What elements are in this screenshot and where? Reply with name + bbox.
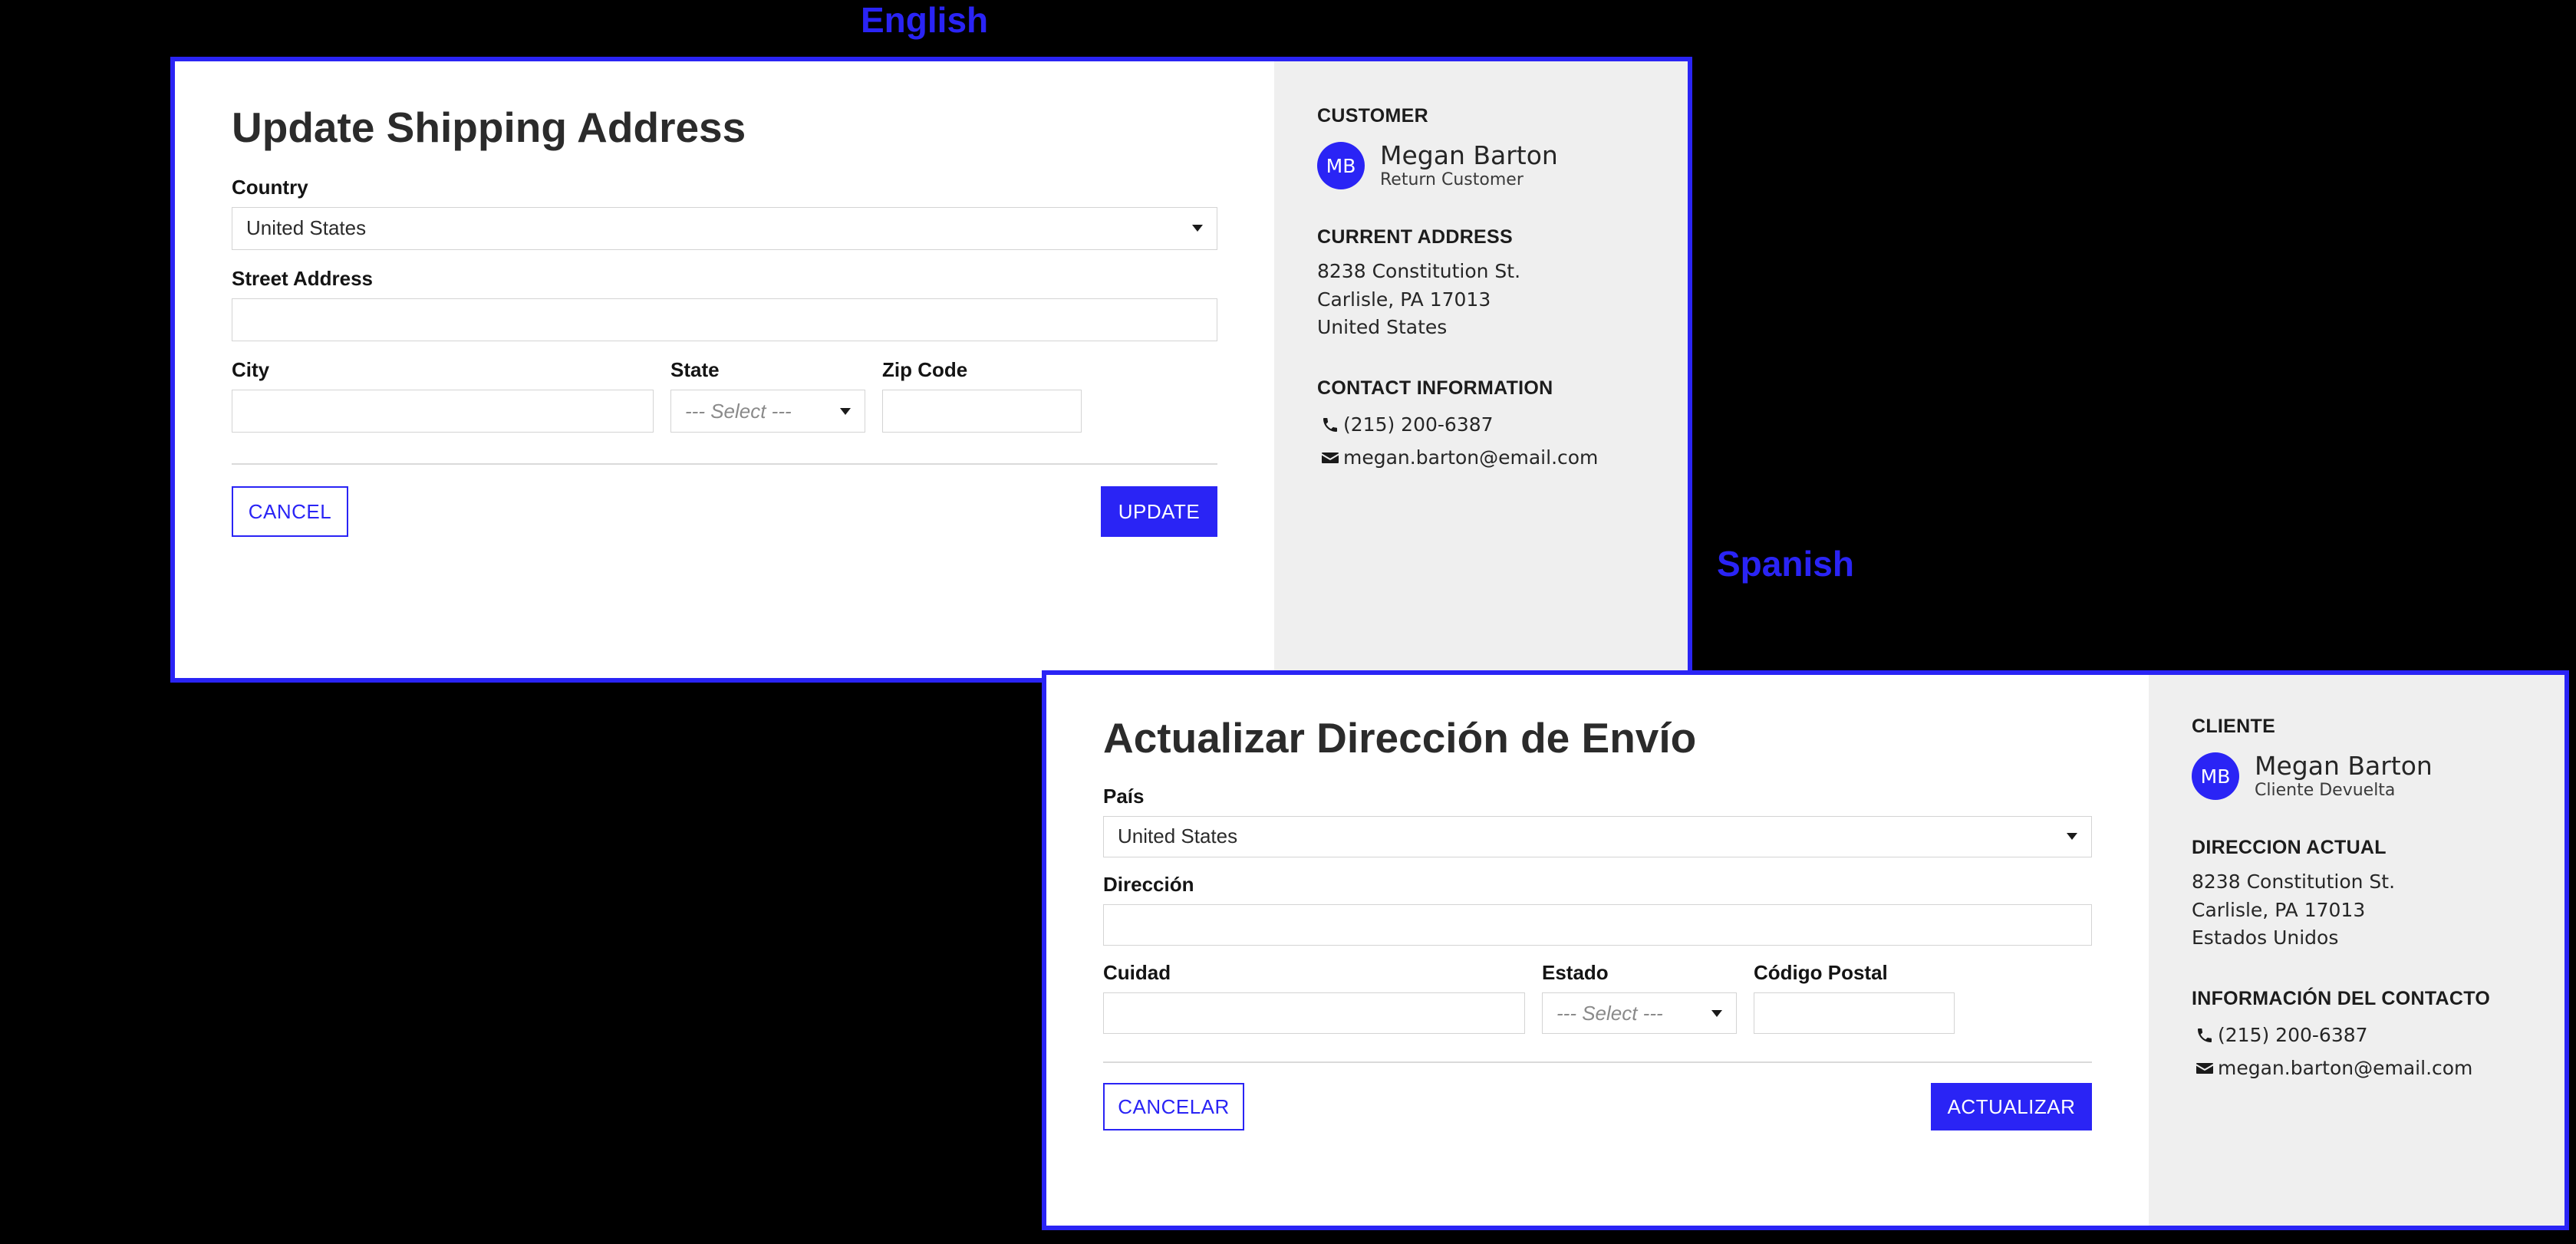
current-address-block: 8238 Constitution St. Carlisle, PA 17013… — [2192, 868, 2564, 952]
spanish-form-section: Actualizar Dirección de Envío País Unite… — [1046, 675, 2149, 1226]
street-field-group: Street Address — [232, 267, 1217, 341]
phone-icon — [2192, 1026, 2218, 1045]
city-input[interactable] — [1103, 992, 1525, 1035]
phone-row[interactable]: (215) 200-6387 — [1317, 413, 1688, 436]
city-field-group: Cuidad — [1103, 960, 1525, 1035]
avatar: MB — [2192, 752, 2239, 801]
avatar: MB — [1317, 142, 1365, 190]
country-select[interactable]: United States — [232, 206, 1217, 250]
customer-name: Megan Barton — [1380, 140, 1558, 170]
chevron-down-icon — [840, 407, 851, 415]
street-address-label: Street Address — [232, 266, 373, 290]
english-form-section: Update Shipping Address Country United S… — [175, 61, 1274, 678]
phone-row[interactable]: (215) 200-6387 — [2192, 1024, 2564, 1046]
form-actions: CANCELAR ACTUALIZAR — [1103, 1083, 2092, 1131]
city-field-group: City — [232, 358, 654, 433]
english-customer-sidebar: CUSTOMER MB Megan Barton Return Customer… — [1274, 61, 1688, 678]
email-row[interactable]: megan.barton@email.com — [1317, 446, 1688, 469]
cancel-button[interactable]: CANCELAR — [1103, 1083, 1244, 1131]
update-button[interactable]: ACTUALIZAR — [1931, 1083, 2092, 1131]
street-address-input[interactable] — [232, 298, 1217, 341]
street-field-group: Dirección — [1103, 873, 2092, 946]
country-select[interactable]: United States — [1103, 815, 2092, 857]
city-state-zip-row: City State --- Select --- Zip Code — [232, 358, 1217, 433]
form-actions: CANCEL UPDATE — [232, 486, 1217, 538]
zip-code-input[interactable] — [882, 390, 1082, 433]
street-address-input[interactable] — [1103, 903, 2092, 946]
state-select-value: --- Select --- — [1556, 1001, 1663, 1025]
page-title: Actualizar Dirección de Envío — [1103, 714, 1697, 762]
state-label: Estado — [1542, 960, 1609, 984]
contact-information-heading: CONTACT INFORMATION — [1317, 377, 1553, 400]
state-select[interactable]: --- Select --- — [1542, 992, 1737, 1035]
current-address-heading: DIRECCION ACTUAL — [2192, 837, 2387, 859]
contact-information-heading: INFORMACIÓN DEL CONTACTO — [2192, 988, 2491, 1010]
chevron-down-icon — [1711, 1009, 1722, 1017]
customer-summary: MB Megan Barton Cliente Devuelta — [2192, 752, 2564, 801]
customer-summary: MB Megan Barton Return Customer — [1317, 141, 1688, 190]
customer-heading: CUSTOMER — [1317, 105, 1429, 127]
customer-type-badge: Return Customer — [1380, 169, 1524, 189]
envelope-icon — [2192, 1061, 2218, 1076]
country-select-value: United States — [246, 216, 367, 240]
page-title: Update Shipping Address — [232, 104, 746, 151]
city-state-zip-row: Cuidad Estado --- Select --- Código Post… — [1103, 960, 2092, 1035]
country-field-group: Country United States — [232, 176, 1217, 250]
state-select[interactable]: --- Select --- — [670, 390, 865, 433]
email-address: megan.barton@email.com — [2218, 1057, 2473, 1080]
spanish-label: Spanish — [1717, 544, 1854, 584]
zip-code-input[interactable] — [1754, 992, 1955, 1035]
phone-icon — [1317, 416, 1343, 434]
street-address-label: Dirección — [1103, 872, 1194, 896]
english-address-dialog: Update Shipping Address Country United S… — [170, 57, 1692, 683]
state-label: State — [670, 357, 720, 381]
address-line: 8238 Constitution St. — [1317, 260, 1521, 283]
zip-field-group: Zip Code — [882, 358, 1082, 433]
state-select-value: --- Select --- — [685, 399, 792, 423]
chevron-down-icon — [1192, 225, 1203, 232]
customer-name: Megan Barton — [2255, 751, 2433, 781]
customer-type-badge: Cliente Devuelta — [2255, 780, 2396, 800]
cancel-button[interactable]: CANCEL — [232, 486, 348, 538]
country-select-value: United States — [1118, 824, 1238, 848]
address-line: 8238 Constitution St. — [2192, 870, 2396, 894]
zip-field-group: Código Postal — [1754, 960, 1955, 1035]
country-label: País — [1103, 784, 1145, 808]
state-field-group: Estado --- Select --- — [1542, 960, 1737, 1035]
address-line: Carlisle, PA 17013 — [2192, 898, 2366, 921]
form-divider — [1103, 1061, 2092, 1064]
phone-number: (215) 200-6387 — [2218, 1024, 2368, 1047]
address-line: United States — [1317, 315, 1448, 338]
envelope-icon — [1317, 450, 1343, 466]
english-label: English — [861, 0, 989, 40]
chevron-down-icon — [2067, 833, 2077, 841]
update-button[interactable]: UPDATE — [1101, 486, 1217, 538]
address-line: Estados Unidos — [2192, 926, 2339, 949]
email-address: megan.barton@email.com — [1343, 446, 1599, 469]
city-label: Cuidad — [1103, 960, 1171, 984]
country-field-group: País United States — [1103, 785, 2092, 857]
phone-number: (215) 200-6387 — [1343, 413, 1494, 436]
spanish-address-dialog: Actualizar Dirección de Envío País Unite… — [1042, 670, 2569, 1230]
customer-heading: CLIENTE — [2192, 716, 2276, 737]
current-address-heading: CURRENT ADDRESS — [1317, 226, 1513, 248]
address-line: Carlisle, PA 17013 — [1317, 288, 1491, 311]
state-field-group: State --- Select --- — [670, 358, 865, 433]
zip-code-label: Zip Code — [882, 357, 968, 381]
current-address-block: 8238 Constitution St. Carlisle, PA 17013… — [1317, 258, 1688, 341]
spanish-customer-sidebar: CLIENTE MB Megan Barton Cliente Devuelta… — [2149, 675, 2564, 1226]
city-label: City — [232, 357, 270, 381]
email-row[interactable]: megan.barton@email.com — [2192, 1057, 2564, 1079]
country-label: Country — [232, 175, 308, 199]
zip-code-label: Código Postal — [1754, 960, 1888, 984]
city-input[interactable] — [232, 390, 654, 433]
form-divider — [232, 463, 1217, 466]
